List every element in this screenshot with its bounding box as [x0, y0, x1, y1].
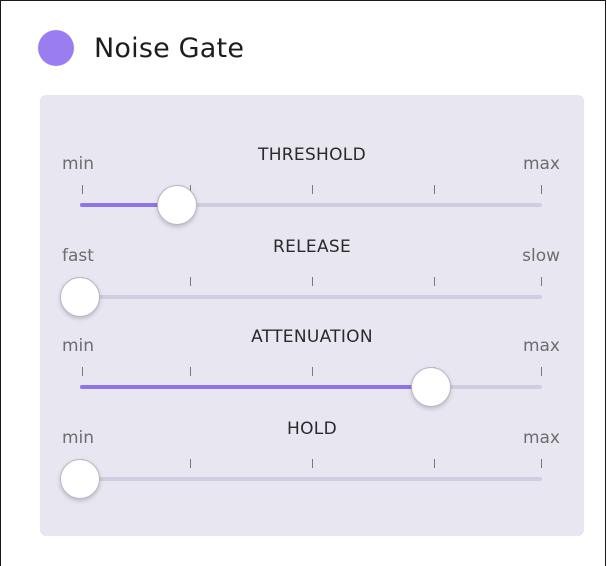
- slider-track[interactable]: [60, 459, 542, 499]
- slider-min-label: fast: [62, 246, 94, 266]
- slider-tick: [312, 459, 313, 468]
- slider-tick: [82, 185, 83, 194]
- threshold-slider[interactable]: THRESHOLD min max: [40, 145, 584, 237]
- slider-tick: [82, 367, 83, 376]
- hold-slider[interactable]: HOLD min max: [40, 419, 584, 511]
- slider-tick: [541, 459, 542, 468]
- slider-tick: [312, 367, 313, 376]
- slider-track[interactable]: [80, 185, 542, 225]
- slider-max-label: max: [522, 154, 560, 174]
- slider-tick: [190, 459, 191, 468]
- slider-thumb[interactable]: [60, 277, 100, 317]
- slider-max-label: max: [522, 428, 560, 448]
- slider-tick: [541, 367, 542, 376]
- slider-tick: [312, 277, 313, 286]
- header: Noise Gate: [38, 30, 244, 66]
- slider-thumb[interactable]: [60, 459, 100, 499]
- attenuation-slider[interactable]: ATTENUATION min max: [40, 327, 584, 419]
- slider-track[interactable]: [60, 277, 542, 317]
- slider-thumb[interactable]: [157, 185, 197, 225]
- slider-title: RELEASE: [272, 237, 352, 257]
- slider-max-label: slow: [522, 246, 560, 266]
- slider-tick: [541, 185, 542, 194]
- sliders-panel: THRESHOLD min max RELEASE fast slow ATTE…: [40, 95, 584, 536]
- slider-tick: [434, 459, 435, 468]
- slider-tick: [541, 277, 542, 286]
- slider-thumb[interactable]: [411, 367, 451, 407]
- slider-tick: [190, 367, 191, 376]
- slider-min-label: min: [62, 428, 95, 448]
- slider-fill: [80, 385, 431, 389]
- slider-title: ATTENUATION: [251, 327, 373, 347]
- status-dot-icon: [38, 30, 74, 66]
- slider-min-label: min: [62, 336, 95, 356]
- slider-tick: [434, 277, 435, 286]
- slider-track[interactable]: [80, 367, 542, 407]
- slider-tick: [312, 185, 313, 194]
- release-slider[interactable]: RELEASE fast slow: [40, 237, 584, 329]
- slider-tick: [190, 277, 191, 286]
- slider-max-label: max: [522, 336, 560, 356]
- page-title: Noise Gate: [94, 32, 245, 64]
- slider-title: HOLD: [287, 419, 337, 439]
- slider-title: THRESHOLD: [258, 145, 366, 165]
- slider-min-label: min: [62, 154, 95, 174]
- slider-tick: [434, 185, 435, 194]
